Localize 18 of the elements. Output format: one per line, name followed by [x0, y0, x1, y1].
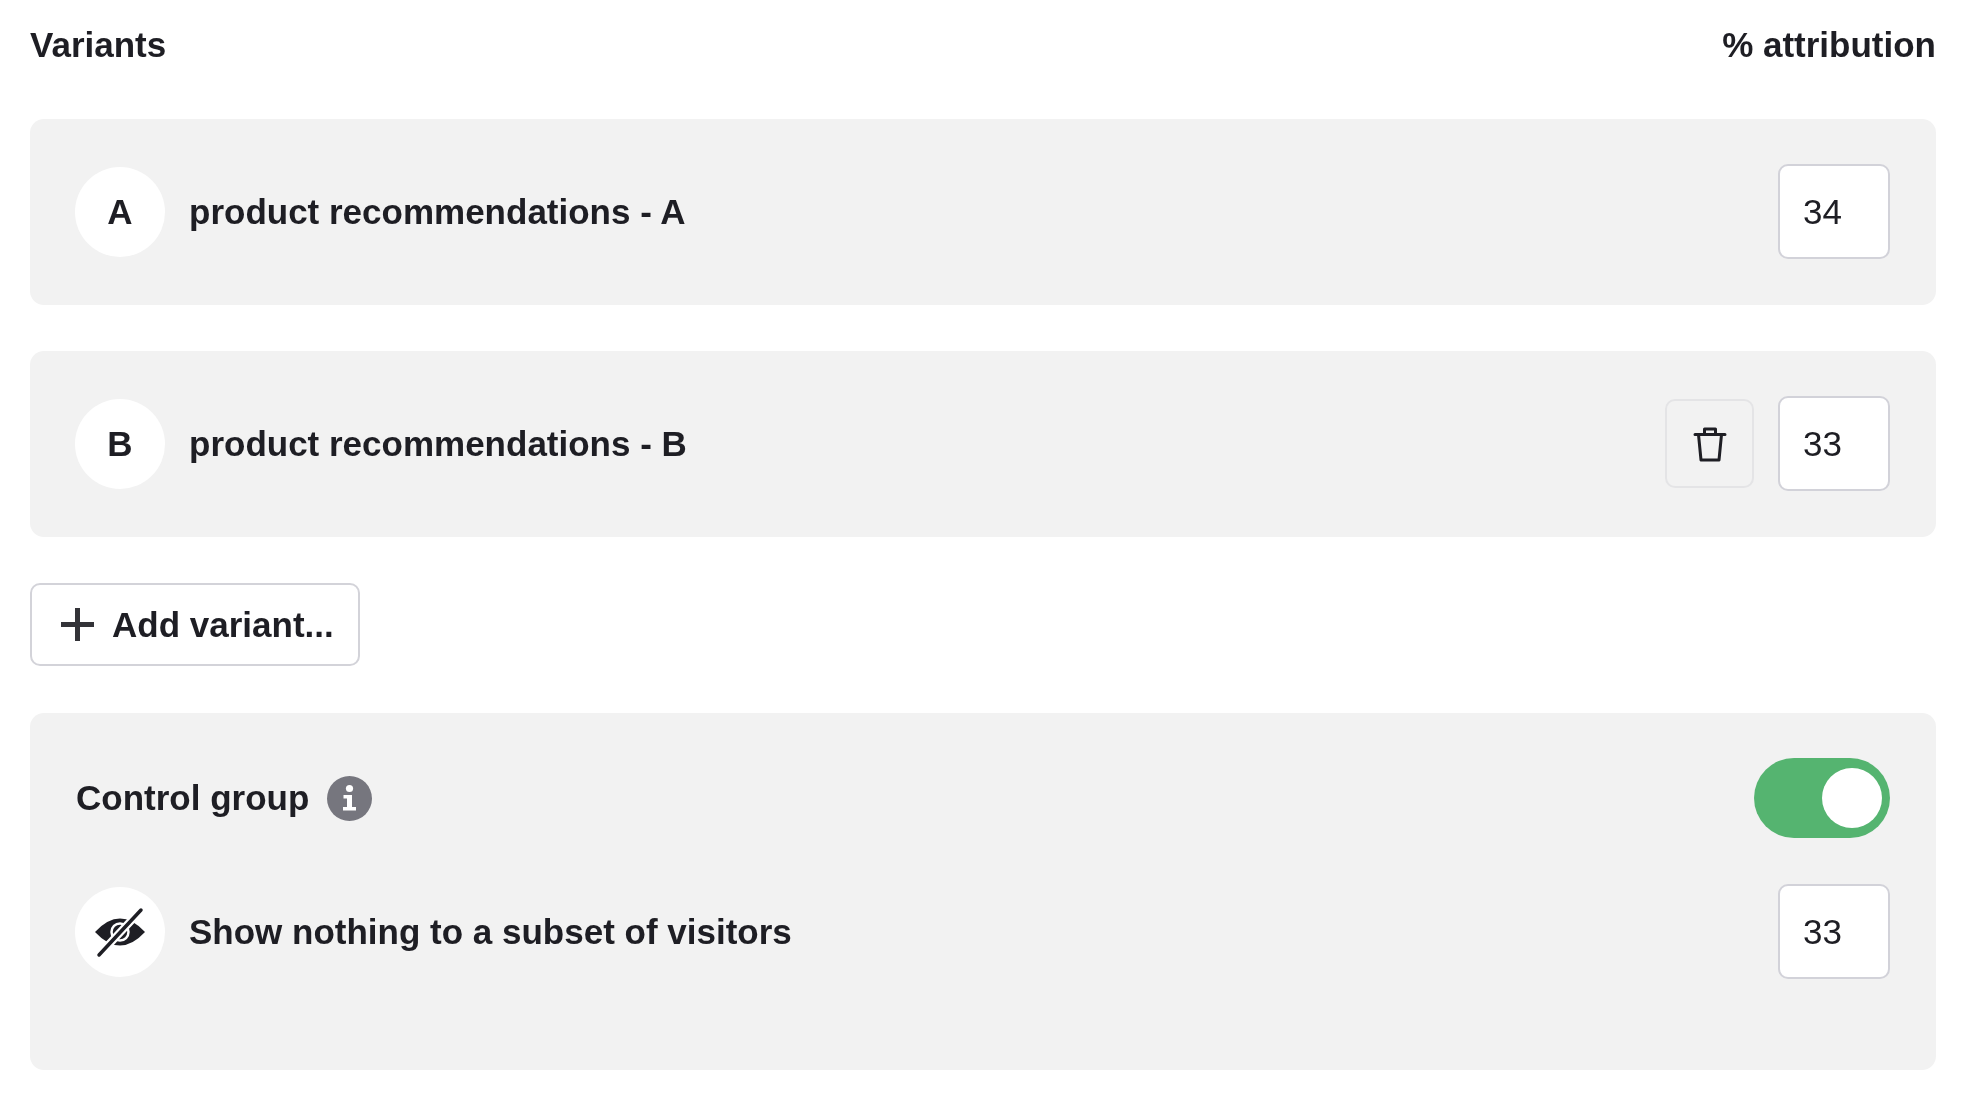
- column-label: % attribution: [1722, 24, 1936, 66]
- trash-icon: [1692, 425, 1727, 462]
- control-group-title: Control group: [76, 778, 310, 818]
- letter-avatar: B: [75, 398, 165, 489]
- variant-name: product recommendations - A: [189, 191, 687, 232]
- option-label: Show nothing to a subset of visitors: [189, 911, 792, 952]
- info-icon: [327, 775, 373, 821]
- variant-name: product recommendations - B: [189, 423, 688, 464]
- add-variant-button[interactable]: Add variant...: [30, 583, 360, 666]
- delete-button[interactable]: [1665, 399, 1754, 488]
- letter-avatar: A: [75, 166, 165, 257]
- attribution-input[interactable]: 33: [1778, 396, 1890, 491]
- section-title: Variants: [30, 24, 167, 66]
- attribution-input[interactable]: 34: [1778, 164, 1890, 259]
- attribution-input[interactable]: 33: [1778, 884, 1890, 979]
- toggle-knob: [1822, 768, 1882, 828]
- eye-slash-icon: [75, 886, 165, 977]
- plus-icon: [60, 607, 95, 642]
